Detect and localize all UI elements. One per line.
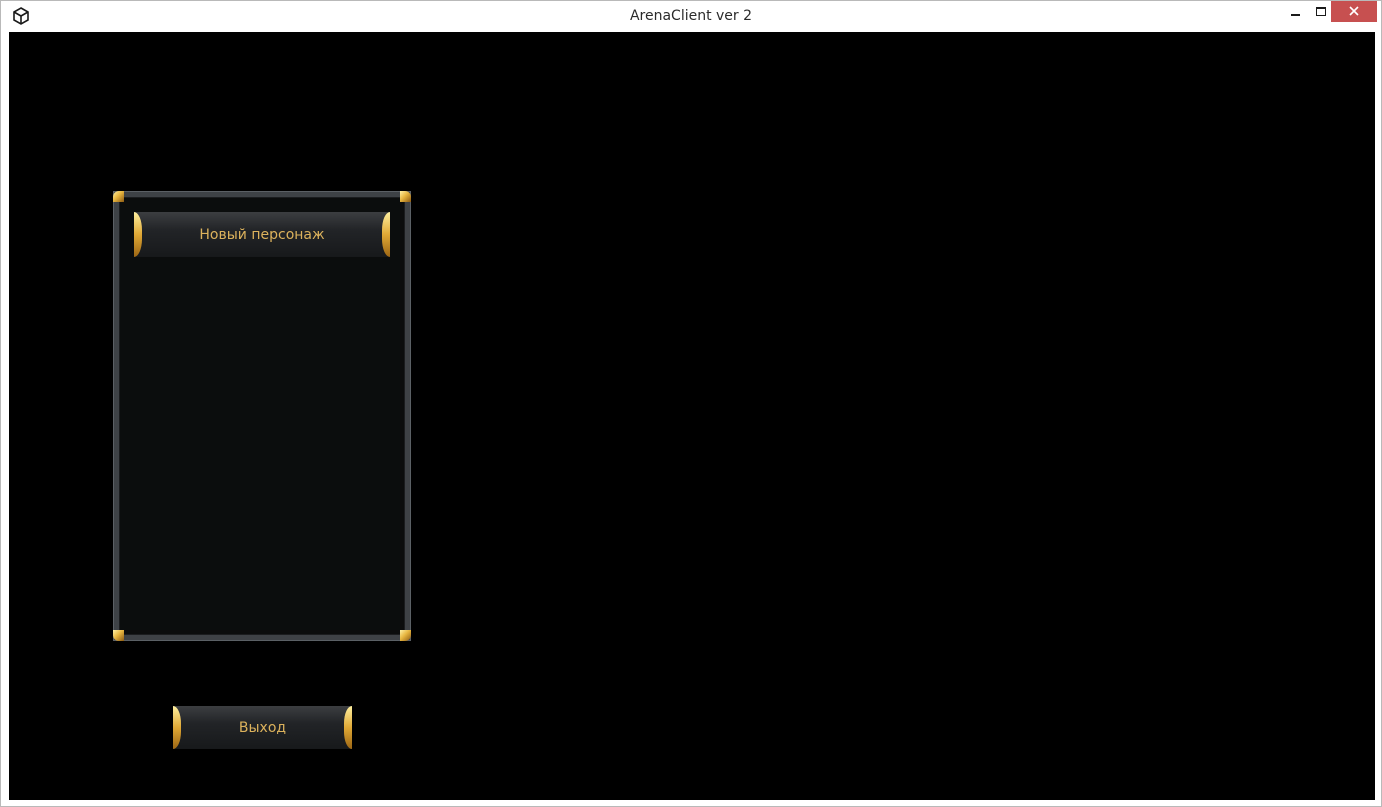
new-character-label: Новый персонаж	[199, 226, 325, 243]
button-cap-ornament	[134, 212, 142, 257]
game-viewport: Новый персонаж Выход	[9, 32, 1375, 800]
button-cap-ornament	[382, 212, 390, 257]
minimize-icon	[1291, 13, 1300, 16]
maximize-icon	[1315, 7, 1326, 16]
title-bar[interactable]: ArenaClient ver 2	[1, 1, 1381, 31]
exit-button[interactable]: Выход	[173, 706, 352, 749]
new-character-button[interactable]: Новый персонаж	[134, 212, 390, 257]
maximize-button[interactable]	[1309, 1, 1332, 22]
panel-corner-ornament	[113, 191, 124, 202]
panel-corner-ornament	[400, 191, 411, 202]
application-window: ArenaClient ver 2 Новый персонаж Выход	[0, 0, 1382, 807]
button-cap-ornament	[173, 706, 181, 749]
close-button[interactable]	[1331, 1, 1377, 22]
minimize-button[interactable]	[1282, 1, 1309, 22]
panel-corner-ornament	[113, 630, 124, 641]
exit-label: Выход	[238, 719, 287, 736]
button-cap-ornament	[344, 706, 352, 749]
character-list-panel	[113, 191, 411, 641]
panel-corner-ornament	[400, 630, 411, 641]
window-title: ArenaClient ver 2	[629, 8, 753, 24]
close-icon	[1349, 3, 1359, 21]
